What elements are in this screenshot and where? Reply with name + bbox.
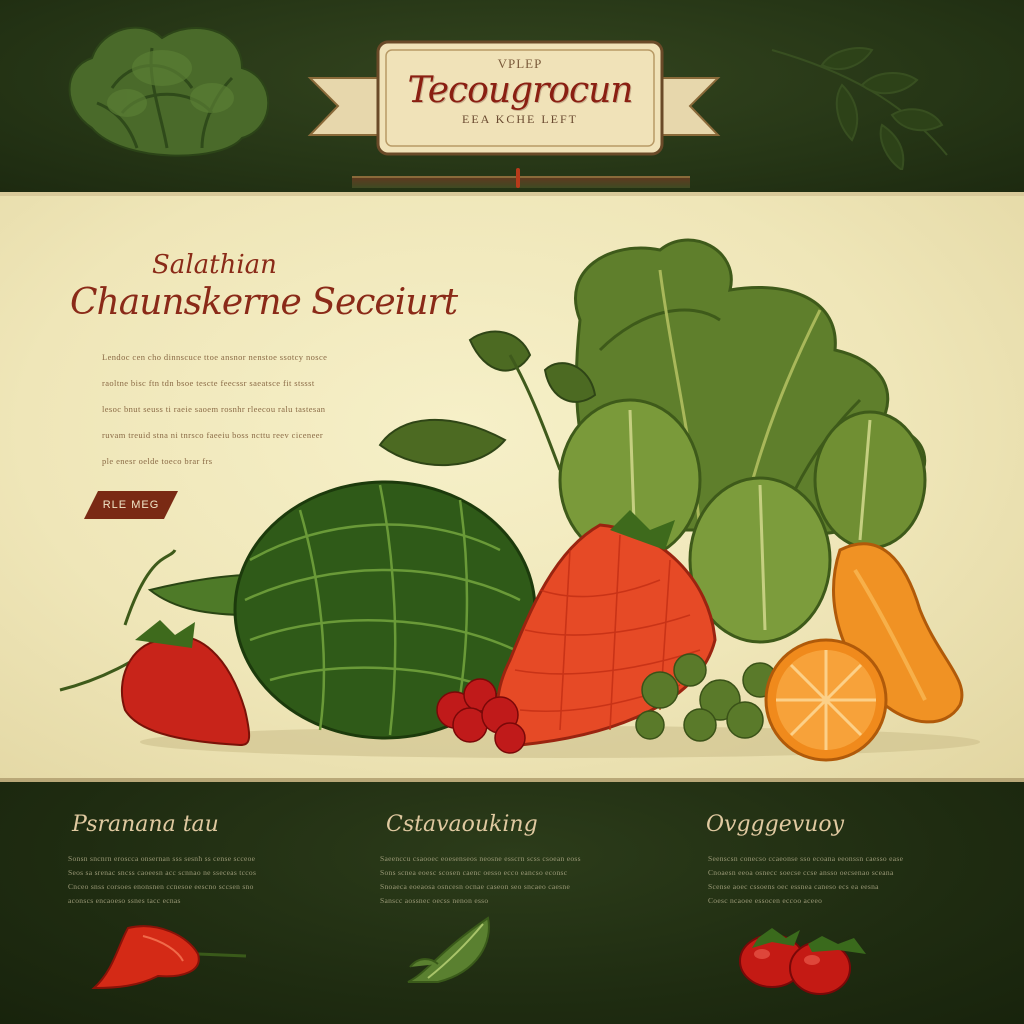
- vegetables-illustration: [59, 238, 980, 762]
- feature-line: Sanscc aossnec oecss nenon esso: [380, 896, 489, 905]
- large-strawberry-icon: [496, 510, 717, 747]
- banner-tagline: EEA KCHE LEFT: [462, 112, 578, 126]
- feature-line: Sons scnea eoesc scosen caenc oesso ecco…: [380, 868, 568, 877]
- feature-line: Coesc ncaoee essocen eccoo aceeo: [708, 896, 823, 905]
- tomatoes-icon[interactable]: [728, 916, 878, 1000]
- landing-page: VPLEP Tecougrocun EEA KCHE LEFT Salathia…: [0, 0, 1024, 1024]
- feature-description: Sonsn sncnrn eroscca onsernan sss sesnh …: [68, 852, 328, 908]
- feature-line: Seenscsn conecso ccaeonse sso ecoana eeo…: [708, 854, 904, 863]
- feature-line: Sonsn sncnrn eroscca onsernan sss sesnh …: [68, 854, 256, 863]
- feature-title: Psranana tau: [72, 812, 219, 837]
- feature-line: Seos sa srenac sncss caoeesn acc scnnao …: [68, 868, 257, 877]
- feature-line: Cnoaesn eeoa osnecc soecse ccse ansso oe…: [708, 868, 894, 877]
- feature-description: Seenscsn conecso ccaeonse sso ecoana eeo…: [708, 852, 958, 908]
- leaf-icon[interactable]: [398, 912, 498, 992]
- nav-indicator: [516, 168, 520, 188]
- red-pepper-icon[interactable]: [88, 916, 248, 996]
- site-header: VPLEP Tecougrocun EEA KCHE LEFT: [0, 0, 1024, 192]
- feature-title: Ovgggevuoy: [706, 812, 845, 837]
- feature-description: Saeenccu csaooec eoesenseos neosne esscr…: [380, 852, 640, 908]
- nav-bar[interactable]: [352, 176, 690, 188]
- feature-line: Snoaeca eoeaosa osncesn ocnae caseon seo…: [380, 882, 571, 891]
- orange-slice-icon: [764, 638, 888, 762]
- feature-line: Scense aoec cssoens oec essnea caneso ec…: [708, 882, 879, 891]
- feature-title: Cstavaouking: [386, 812, 538, 837]
- site-title[interactable]: Tecougrocun: [380, 70, 660, 111]
- feature-line: Cnceo snss corsoes enonsnen ccnesoe eesc…: [68, 882, 254, 891]
- feature-line: Saeenccu csaooec eoesenseos neosne esscr…: [380, 854, 581, 863]
- feature-line: aconscs encaoeso ssnes tacc ecnas: [68, 896, 181, 905]
